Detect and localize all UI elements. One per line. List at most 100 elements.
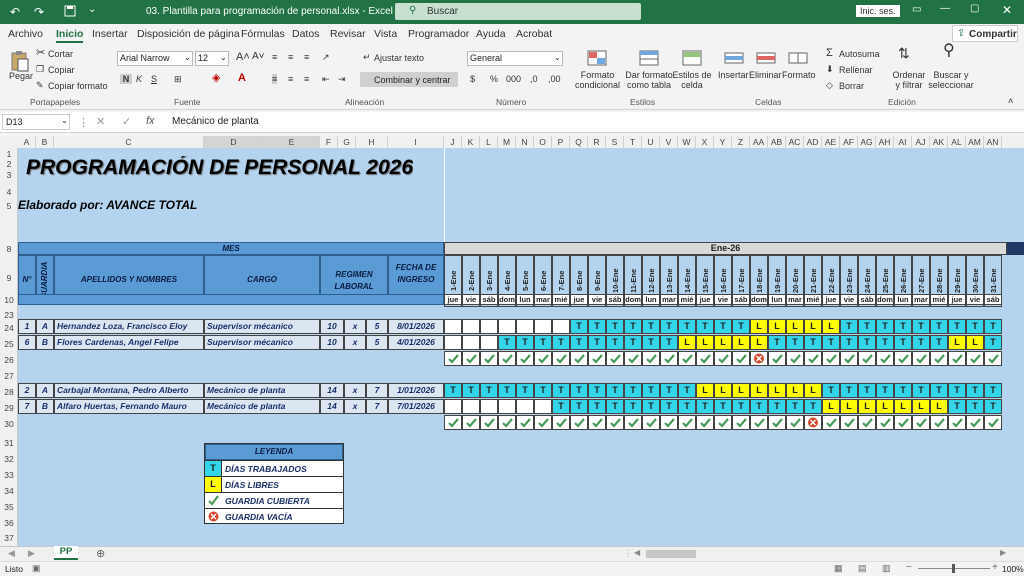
number-format-select[interactable]: General ⌄ <box>467 51 563 66</box>
column-header[interactable]: D <box>204 136 264 148</box>
employee-fecha[interactable]: 1/01/2026 <box>388 383 444 398</box>
tab-disposicion[interactable]: Disposición de página <box>137 28 240 40</box>
schedule-cell[interactable]: T <box>660 335 678 350</box>
employee-name[interactable]: Hernandez Loza, Francisco Eloy <box>54 319 204 334</box>
schedule-cell[interactable]: T <box>912 383 930 398</box>
schedule-cell[interactable]: T <box>786 399 804 414</box>
orientation-icon[interactable]: ↗ <box>322 52 330 62</box>
delete-cells-label[interactable]: Eliminar <box>749 70 782 80</box>
schedule-cell[interactable]: L <box>732 383 750 398</box>
employee-x[interactable]: x <box>344 335 366 350</box>
schedule-cell[interactable]: T <box>444 383 462 398</box>
copy-label[interactable]: Copiar <box>48 65 75 75</box>
schedule-cell[interactable]: T <box>804 335 822 350</box>
cell-styles-icon[interactable] <box>682 50 702 66</box>
column-header[interactable]: AF <box>840 136 858 148</box>
sort-filter-icon[interactable]: ⇅ <box>898 46 910 60</box>
schedule-cell[interactable]: T <box>552 383 570 398</box>
schedule-cell[interactable]: T <box>858 319 876 334</box>
employee-g[interactable]: A <box>36 383 54 398</box>
schedule-cell[interactable]: T <box>642 319 660 334</box>
scroll-first-icon[interactable]: ◀ <box>8 548 15 559</box>
wrap-text-icon[interactable]: ↵ <box>363 52 371 62</box>
schedule-cell[interactable]: L <box>750 319 768 334</box>
schedule-cell[interactable]: T <box>858 383 876 398</box>
scroll-left-icon[interactable]: ◀ <box>634 548 640 557</box>
minimize-icon[interactable]: — <box>940 3 950 14</box>
employee-n[interactable]: 1 <box>18 319 36 334</box>
row-header[interactable]: 37 <box>0 533 18 543</box>
schedule-cell[interactable]: T <box>642 383 660 398</box>
autosum-icon[interactable]: Σ <box>826 48 833 59</box>
schedule-cell[interactable]: T <box>768 335 786 350</box>
column-header[interactable]: O <box>534 136 552 148</box>
indent-increase-icon[interactable]: ⇥ <box>338 74 346 84</box>
column-header[interactable]: J <box>444 136 462 148</box>
schedule-cell[interactable]: T <box>840 319 858 334</box>
schedule-cell[interactable]: T <box>642 335 660 350</box>
row-header[interactable]: 26 <box>0 355 18 365</box>
schedule-cell[interactable]: T <box>570 399 588 414</box>
column-header[interactable]: H <box>356 136 388 148</box>
schedule-cell[interactable]: T <box>588 319 606 334</box>
schedule-cell[interactable]: T <box>696 319 714 334</box>
schedule-cell[interactable]: T <box>840 335 858 350</box>
currency-icon[interactable]: $ <box>470 74 475 84</box>
schedule-cell[interactable]: T <box>552 399 570 414</box>
schedule-cell[interactable]: T <box>732 319 750 334</box>
employee-r2[interactable]: 7 <box>366 399 388 414</box>
scroll-last-icon[interactable]: ▶ <box>28 548 35 559</box>
schedule-cell[interactable]: L <box>804 383 822 398</box>
column-header[interactable]: P <box>552 136 570 148</box>
employee-x[interactable]: x <box>344 319 366 334</box>
schedule-cell[interactable] <box>534 319 552 334</box>
column-header[interactable]: I <box>388 136 444 148</box>
column-header[interactable]: AC <box>786 136 804 148</box>
schedule-cell[interactable]: T <box>624 383 642 398</box>
schedule-cell[interactable]: T <box>516 335 534 350</box>
schedule-cell[interactable]: T <box>588 399 606 414</box>
italic-icon[interactable]: K <box>136 74 142 84</box>
column-header[interactable]: AJ <box>912 136 930 148</box>
collapse-ribbon-icon[interactable]: ˄ <box>1008 96 1013 106</box>
schedule-cell[interactable]: T <box>498 383 516 398</box>
employee-x[interactable]: x <box>344 399 366 414</box>
save-icon[interactable] <box>64 5 76 17</box>
underline-icon[interactable]: S <box>151 74 157 84</box>
schedule-cell[interactable]: T <box>876 335 894 350</box>
employee-r1[interactable]: 10 <box>320 335 344 350</box>
paste-label[interactable]: Pegar <box>9 71 33 81</box>
delete-cells-icon[interactable] <box>756 50 776 66</box>
schedule-cell[interactable]: T <box>822 335 840 350</box>
schedule-cell[interactable]: T <box>858 335 876 350</box>
page-break-icon[interactable]: ▥ <box>882 563 891 574</box>
row-header[interactable]: 10 <box>0 295 18 305</box>
format-table-label[interactable]: Dar formato como tabla <box>622 70 676 90</box>
column-header[interactable]: Y <box>714 136 732 148</box>
row-header[interactable]: 28 <box>0 387 18 397</box>
column-header[interactable]: AD <box>804 136 822 148</box>
schedule-cell[interactable]: T <box>966 399 984 414</box>
column-header[interactable]: AK <box>930 136 948 148</box>
row-header[interactable]: 31 <box>0 438 18 448</box>
employee-x[interactable]: x <box>344 383 366 398</box>
schedule-cell[interactable]: L <box>948 335 966 350</box>
align-bottom-icon[interactable]: ≡ <box>304 52 309 62</box>
schedule-cell[interactable]: T <box>570 383 588 398</box>
employee-g[interactable]: B <box>36 399 54 414</box>
scroll-right-icon[interactable]: ▶ <box>1000 548 1006 557</box>
schedule-cell[interactable]: T <box>480 383 498 398</box>
grow-font-icon[interactable]: A˄ <box>236 52 250 63</box>
schedule-cell[interactable]: T <box>930 383 948 398</box>
schedule-cell[interactable]: T <box>660 319 678 334</box>
schedule-cell[interactable]: L <box>768 383 786 398</box>
schedule-cell[interactable]: T <box>624 319 642 334</box>
borders-icon[interactable]: ⊞ <box>174 74 182 84</box>
employee-g[interactable]: A <box>36 319 54 334</box>
sheet-tab-pp[interactable]: PP <box>54 546 78 560</box>
employee-name[interactable]: Carbajal Montana, Pedro Alberto <box>54 383 204 398</box>
column-header[interactable]: N <box>516 136 534 148</box>
find-select-icon[interactable]: ⚲ <box>943 43 955 59</box>
employee-r1[interactable]: 14 <box>320 399 344 414</box>
tab-revisar[interactable]: Revisar <box>330 28 366 40</box>
